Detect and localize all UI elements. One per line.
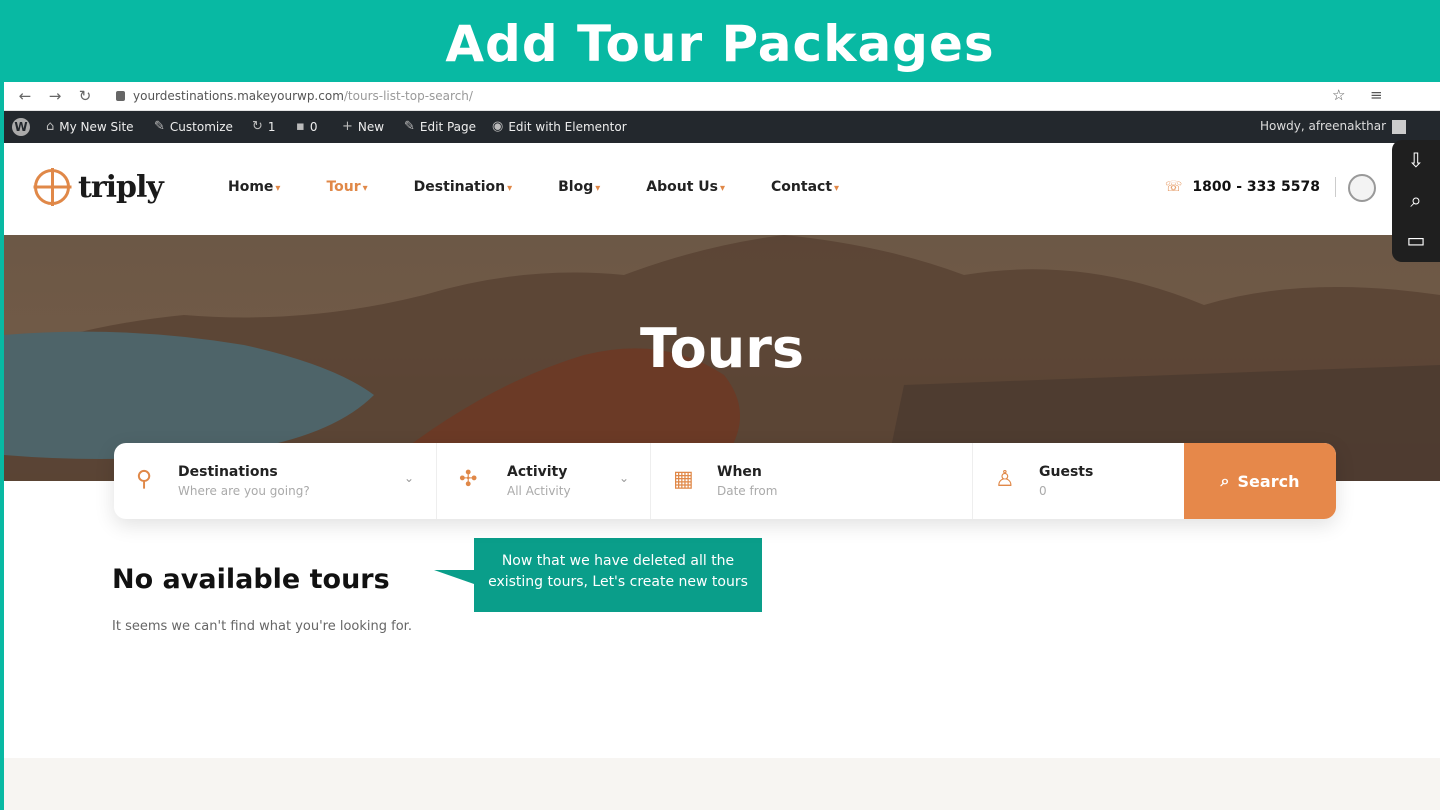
menu-item-contact[interactable]: Contact ▾ xyxy=(771,179,839,195)
menu-item-destination[interactable]: Destination ▾ xyxy=(414,179,512,195)
user-icon: ♙ xyxy=(995,467,1015,492)
address-bar: ← → ↻ yourdestinations.makeyourwp.com/to… xyxy=(4,82,1440,111)
url-host: yourdestinations.makeyourwp.com xyxy=(133,89,344,103)
tour-search-bar: ⚲ Destinations Where are you going? ⌄ ✣ … xyxy=(114,443,1336,519)
menu-item-about[interactable]: About Us ▾ xyxy=(646,179,725,195)
browser-frame: ← → ↻ yourdestinations.makeyourwp.com/to… xyxy=(0,82,1440,810)
menu-item-tour[interactable]: Tour ▾ xyxy=(326,179,367,195)
chevron-down-icon: ⌄ xyxy=(404,471,415,485)
lock-icon xyxy=(116,91,125,101)
back-icon[interactable]: ← xyxy=(14,86,36,106)
user-account-icon[interactable] xyxy=(1348,174,1376,202)
wp-item-edit-page[interactable]: ✎ Edit Page xyxy=(404,119,476,135)
banner: Add Tour Packages xyxy=(0,0,1440,82)
site-header: triply Home ▾ Tour ▾ Destination ▾ Blog ▾ Ab… xyxy=(4,143,1440,235)
hero-title: Tours xyxy=(640,317,804,380)
menu-item-home[interactable]: Home ▾ xyxy=(228,179,280,195)
compass-icon xyxy=(34,168,70,206)
menu-item-blog[interactable]: Blog ▾ xyxy=(558,179,600,195)
wp-item-customize[interactable]: ✎ Customize xyxy=(154,119,233,135)
phone-icon: ☏ xyxy=(1164,179,1183,195)
reload-icon[interactable]: ↻ xyxy=(74,86,96,106)
calendar-icon: ▦ xyxy=(673,467,694,492)
wp-admin-bar: W ⌂ My New Site ✎ Customize ↻ 1 ▪ 0 + New ✎ Ed… xyxy=(4,111,1440,143)
elementor-icon: ◉ xyxy=(492,119,504,134)
url-field[interactable]: yourdestinations.makeyourwp.com/tours-li… xyxy=(116,89,473,103)
divider xyxy=(1335,177,1336,197)
download-icon[interactable]: ⇩ xyxy=(1392,140,1440,180)
wordpress-logo-icon[interactable]: W xyxy=(12,118,30,136)
activity-field[interactable]: ✣ Activity All Activity ⌄ xyxy=(437,443,649,519)
activity-icon: ✣ xyxy=(459,467,478,492)
site-logo[interactable]: triply xyxy=(34,168,164,206)
wp-item-edit-elementor[interactable]: ◉ Edit with Elementor xyxy=(492,119,627,135)
main-menu: Home ▾ Tour ▾ Destination ▾ Blog ▾ About Us ▾… xyxy=(228,179,885,195)
wp-item-updates[interactable]: ↻ 1 xyxy=(252,119,276,135)
howdy-text[interactable]: Howdy, afreenakthar xyxy=(1260,119,1386,133)
card-icon[interactable]: ▭ xyxy=(1392,220,1440,260)
refresh-icon: ↻ xyxy=(252,119,263,134)
annotation-callout: Now that we have deleted all the existin… xyxy=(474,538,762,612)
banner-title: Add Tour Packages xyxy=(445,15,995,73)
brush-icon: ✎ xyxy=(154,119,165,134)
no-tours-heading: No available tours xyxy=(112,564,390,595)
home-icon: ⌂ xyxy=(46,119,55,134)
search-icon[interactable]: ⌕ xyxy=(1392,180,1440,220)
forward-icon[interactable]: → xyxy=(44,86,66,106)
footer-band xyxy=(4,758,1440,810)
admin-avatar[interactable] xyxy=(1392,120,1406,134)
playlist-icon[interactable]: ≡ xyxy=(1370,86,1383,104)
wp-item-comments[interactable]: ▪ 0 xyxy=(296,119,317,135)
phone-number[interactable]: ☏ 1800 - 333 5578 xyxy=(1165,179,1320,195)
comment-icon: ▪ xyxy=(296,119,305,134)
chevron-down-icon: ⌄ xyxy=(619,471,630,485)
destinations-field[interactable]: ⚲ Destinations Where are you going? ⌄ xyxy=(114,443,436,519)
wp-item-my-new-site[interactable]: ⌂ My New Site xyxy=(46,119,134,135)
no-tours-subtext: It seems we can't find what you're looki… xyxy=(112,619,412,634)
map-pin-icon: ⚲ xyxy=(136,467,153,492)
when-field[interactable]: ▦ When Date from xyxy=(651,443,971,519)
wp-item-new[interactable]: + New xyxy=(342,119,384,135)
guests-field[interactable]: ♙ Guests 0 xyxy=(973,443,1183,519)
plus-icon: + xyxy=(342,119,353,134)
logo-text: triply xyxy=(78,169,164,205)
url-path: /tours-list-top-search/ xyxy=(343,89,473,103)
side-toolbar: ⇩ ⌕ ▭ xyxy=(1392,140,1440,262)
search-icon: ⌕ xyxy=(1220,471,1230,490)
pencil-icon: ✎ xyxy=(404,119,415,134)
star-icon[interactable]: ☆ xyxy=(1332,86,1345,104)
search-button[interactable]: ⌕ Search xyxy=(1184,443,1336,519)
